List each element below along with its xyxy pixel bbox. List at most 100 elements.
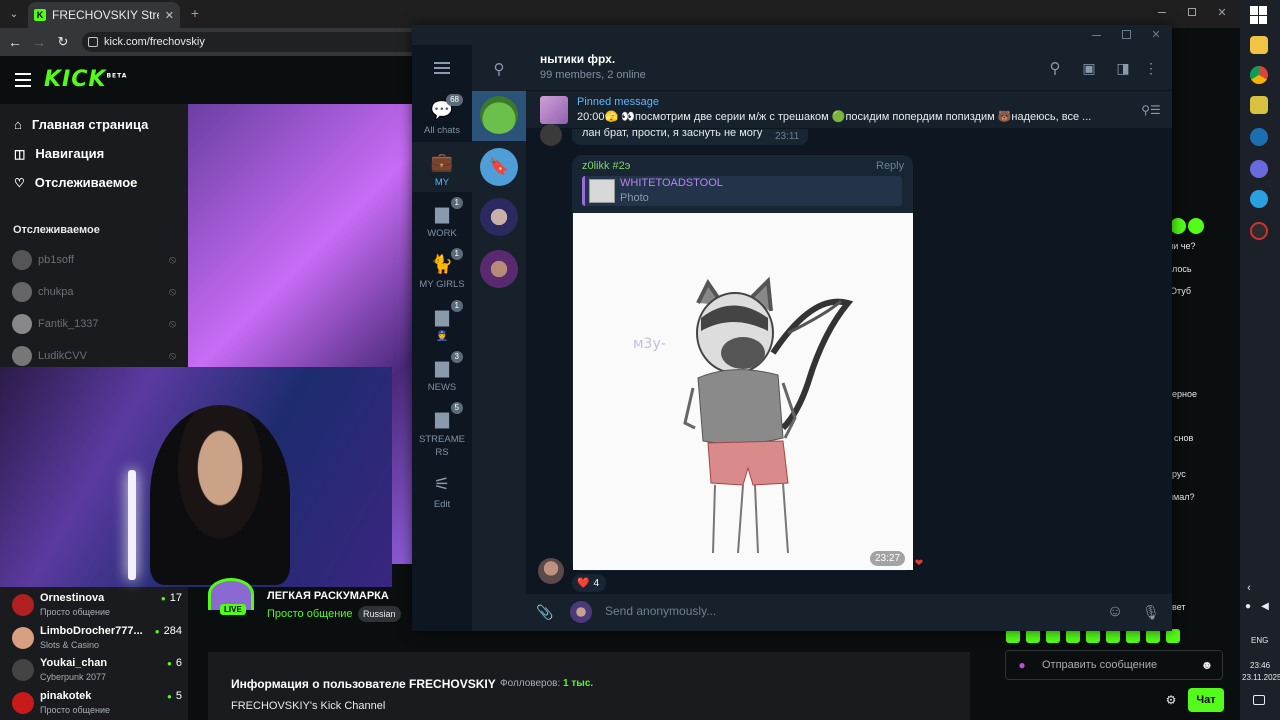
site-info-icon[interactable]	[88, 37, 98, 47]
app-icon[interactable]	[1250, 96, 1268, 114]
pinned-list-icon[interactable]: ⚲☰	[1140, 102, 1162, 118]
emoji-icon[interactable]: ☺	[1105, 602, 1125, 622]
minimize-window-icon[interactable]	[1158, 12, 1166, 13]
send-as-avatar[interactable]	[570, 601, 592, 623]
following-item[interactable]: LudikCVV ⦸	[12, 346, 176, 366]
notification-icon[interactable]	[1253, 695, 1265, 705]
chat-title[interactable]: нытики фрх.	[540, 52, 615, 66]
folder-work[interactable]: ▆ 1 WORK	[412, 197, 472, 239]
stream-row[interactable]: Youkai_chan Cyberpunk 2077 6	[12, 655, 182, 687]
sketch-photo[interactable]: м3у-	[573, 213, 913, 570]
tab-search-icon[interactable]: ⌄	[6, 6, 22, 22]
attach-icon[interactable]: 📎	[536, 603, 554, 621]
briefcase-icon: 💼	[430, 152, 454, 172]
stream-row[interactable]: LimboDrocher777... Slots & Casino 284	[12, 623, 182, 655]
chat-avatar[interactable]	[480, 250, 518, 288]
nav-following[interactable]: ♡ Отслеживаемое	[14, 175, 137, 190]
tray-expand-icon[interactable]: ‹	[1243, 582, 1255, 594]
chat-avatar[interactable]	[480, 198, 518, 236]
folder-police[interactable]: ▆ 1 👮	[412, 300, 472, 342]
reaction-chip[interactable]: ❤️ 4	[572, 574, 606, 592]
tg-minimize-icon[interactable]	[1092, 35, 1101, 36]
folder-streamers[interactable]: ▆ 5 STREAMERS	[412, 402, 472, 459]
stream-row[interactable]: Ornestinova Просто общение 17	[12, 590, 182, 622]
tg-maximize-icon[interactable]	[1122, 30, 1131, 39]
input-language[interactable]: ENG	[1251, 636, 1268, 645]
sender-avatar[interactable]	[540, 124, 562, 146]
folder-label: Edit	[433, 499, 451, 510]
folder-label: NEWS	[427, 382, 457, 393]
folder-icon: ▆ 1	[429, 197, 463, 225]
video-chat-icon[interactable]: ▣	[1080, 59, 1098, 77]
unread-badge: 68	[446, 94, 463, 106]
discord-icon[interactable]	[1250, 160, 1268, 178]
message-text: лан брат, прости, я заснуть не могу	[582, 127, 763, 139]
stream-category-link[interactable]: Просто общение	[267, 608, 353, 620]
heart-reaction-icon[interactable]: ❤	[913, 557, 925, 569]
new-tab-icon[interactable]: +	[188, 5, 202, 21]
stream-row[interactable]: pinakotek Просто общение 5	[12, 688, 182, 720]
url-field[interactable]: kick.com/frechovskiy	[82, 32, 412, 52]
folder-edit[interactable]: ⚟ Edit	[412, 472, 472, 510]
emoji-icon[interactable]: ☻	[1200, 657, 1214, 673]
language-tag[interactable]: Russian	[358, 606, 401, 622]
close-tab-icon[interactable]: ✕	[165, 9, 174, 22]
telegram-icon[interactable]	[1250, 190, 1268, 208]
avatar	[12, 659, 34, 681]
sidebar-toggle-icon[interactable]: ◨	[1114, 59, 1132, 77]
unread-badge: 1	[450, 248, 463, 260]
reload-icon[interactable]: ↻	[56, 33, 70, 51]
message-input[interactable]: Send anonymously...	[605, 604, 1085, 618]
tray-speaker-icon[interactable]: ◀	[1258, 600, 1272, 612]
kick-logo[interactable]: KICKBETA	[44, 67, 127, 92]
following-item[interactable]: chukpa ⦸	[12, 282, 176, 302]
start-icon[interactable]	[1250, 6, 1268, 24]
restore-window-icon[interactable]	[1188, 8, 1196, 16]
voice-message-icon[interactable]: 🎙	[1142, 602, 1160, 622]
compass-icon: ◫	[14, 146, 26, 161]
chat-message-fragment: ерное	[1172, 389, 1197, 399]
back-icon[interactable]: ←	[8, 33, 22, 51]
folder-label: MY	[434, 177, 450, 188]
sender-avatar[interactable]	[538, 558, 564, 584]
close-window-icon[interactable]: ✕	[1216, 6, 1228, 19]
hamburger-menu-icon[interactable]	[15, 73, 31, 87]
chrome-icon[interactable]	[1250, 66, 1268, 84]
search-chat-icon[interactable]: ⚲	[1046, 59, 1064, 77]
chat-message-fragment: ли че?	[1168, 241, 1196, 251]
avatar	[12, 594, 34, 616]
sender-name[interactable]: z0likk #2э	[582, 160, 630, 172]
reply-button[interactable]: Reply	[876, 160, 904, 172]
file-explorer-icon[interactable]	[1250, 36, 1268, 54]
forward-icon[interactable]: →	[32, 33, 46, 51]
tg-close-icon[interactable]: ✕	[1150, 28, 1162, 41]
nav-home[interactable]: ⌂ Главная страница	[14, 117, 148, 132]
microphone-icon[interactable]: ●	[1016, 657, 1028, 673]
heart-icon: ♡	[14, 175, 25, 190]
folder-news[interactable]: ▆ 3 NEWS	[412, 351, 472, 393]
browser-tab[interactable]: K FRECHOVSKIY Stream - Watch ✕	[28, 2, 180, 28]
muted-bell-icon: ⦸	[168, 317, 176, 330]
search-icon[interactable]: ⚲	[490, 60, 508, 78]
avatar	[12, 692, 34, 714]
following-item[interactable]: Fantik_1337 ⦸	[12, 314, 176, 334]
avatar	[12, 282, 32, 302]
obs-icon[interactable]	[1250, 222, 1268, 240]
chat-message-input[interactable]: Отправить сообщение	[1005, 650, 1223, 680]
folder-all-chats[interactable]: 💬 68 All chats	[412, 94, 472, 136]
more-menu-icon[interactable]: ⋮	[1144, 59, 1158, 77]
clock-time[interactable]: 23:46	[1250, 661, 1270, 670]
stream-name: Youkai_chan	[40, 657, 108, 669]
tg-menu-icon[interactable]	[434, 62, 450, 74]
settings-gear-icon[interactable]: ⚙	[1164, 692, 1178, 708]
chat-send-button[interactable]: Чат	[1188, 688, 1224, 712]
clock-date[interactable]: 23.11.2025	[1242, 673, 1280, 682]
following-item[interactable]: pb1soff ⦸	[12, 250, 176, 270]
nav-browse[interactable]: ◫ Навигация	[14, 146, 104, 161]
steam-icon[interactable]	[1250, 128, 1268, 146]
folder-my-girls[interactable]: 🐈 1 MY GIRLS	[412, 248, 472, 290]
folder-my[interactable]: 💼 MY	[412, 150, 472, 188]
kick-favicon-icon: K	[34, 9, 46, 21]
chat-avatar[interactable]	[480, 96, 518, 134]
saved-messages-avatar[interactable]: 🔖	[480, 148, 518, 186]
